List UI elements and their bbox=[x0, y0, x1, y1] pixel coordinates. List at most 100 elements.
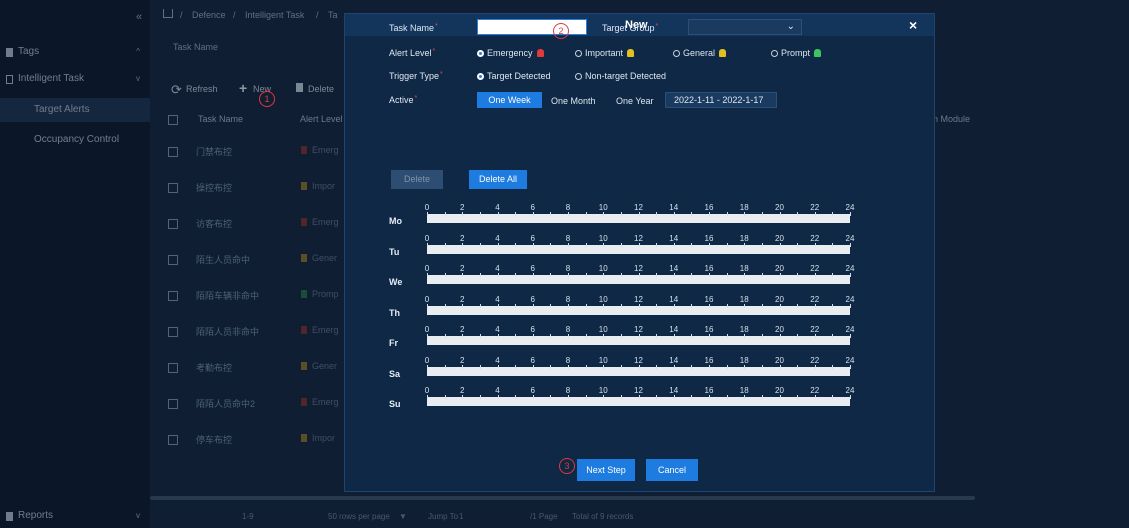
alert-level-label: Alert Level* bbox=[389, 48, 436, 58]
hour-tick-mark bbox=[832, 364, 834, 369]
hour-tick-mark bbox=[691, 273, 693, 277]
hour-tick-mark bbox=[427, 303, 428, 308]
hour-tick-label: 22 bbox=[810, 203, 820, 212]
hour-tick-mark bbox=[691, 364, 693, 369]
hour-tick-label: 4 bbox=[495, 325, 500, 334]
day-timeline[interactable]: 0 2 4 6 8 10 12 14 16 18 20 22 24 bbox=[425, 385, 854, 411]
day-label: Mo bbox=[389, 216, 402, 226]
trigger-target-detected-radio[interactable]: Target Detected bbox=[477, 71, 551, 81]
target-group-select[interactable]: ⌄ bbox=[688, 19, 802, 35]
alert-level-prompt-radio[interactable]: Prompt bbox=[771, 48, 822, 58]
day-timeline[interactable]: 0 2 4 6 8 10 12 14 16 18 20 22 24 bbox=[424, 324, 854, 350]
hour-tick-mark bbox=[673, 303, 675, 308]
active-one-month-button[interactable]: One Month bbox=[551, 96, 596, 106]
day-timeline[interactable]: 0 2 4 6 8 10 12 14 16 18 20 22 24 bbox=[425, 263, 854, 289]
hour-tick-mark bbox=[568, 273, 569, 277]
hour-tick-label: 24 bbox=[845, 294, 855, 304]
hour-tick-label: 0 bbox=[424, 355, 430, 365]
hour-tick-mark bbox=[479, 273, 481, 277]
hour-tick-label: 8 bbox=[565, 294, 571, 304]
hour-tick-label: 8 bbox=[565, 203, 571, 212]
hour-tick-label: 6 bbox=[530, 355, 535, 365]
delete-time-button[interactable]: Delete bbox=[391, 170, 443, 189]
hour-tick-mark bbox=[532, 303, 534, 308]
hour-tick-label: 2 bbox=[460, 294, 465, 304]
active-one-week-button[interactable]: One Week bbox=[477, 92, 542, 108]
hour-tick-label: 0 bbox=[424, 325, 430, 334]
day-timeline[interactable]: 0 2 4 6 8 10 12 14 16 18 20 22 24 bbox=[425, 294, 854, 320]
hour-tick-label: 10 bbox=[598, 325, 608, 334]
hour-tick-mark bbox=[850, 303, 851, 308]
hour-tick-mark bbox=[779, 273, 781, 277]
hour-tick-mark bbox=[603, 364, 605, 369]
hour-tick-label: 24 bbox=[845, 233, 855, 243]
hour-tick-label: 8 bbox=[565, 264, 571, 273]
hour-tick-label: 6 bbox=[530, 325, 535, 334]
hour-tick-label: 2 bbox=[460, 325, 465, 334]
hour-tick-mark bbox=[673, 334, 675, 338]
cancel-button[interactable]: Cancel bbox=[646, 459, 698, 481]
close-icon[interactable]: × bbox=[909, 17, 917, 33]
hour-tick-mark bbox=[550, 395, 552, 399]
hour-tick-mark bbox=[638, 364, 640, 369]
annotation-marker-3: 3 bbox=[559, 458, 575, 474]
hour-tick-mark bbox=[497, 242, 499, 247]
day-label: Th bbox=[389, 307, 400, 318]
hour-tick-mark bbox=[603, 303, 605, 308]
alert-level-important-radio[interactable]: Important bbox=[575, 48, 635, 58]
alert-level-emergency-radio[interactable]: Emergency bbox=[477, 48, 544, 58]
trigger-non-target-detected-radio[interactable]: Non-target Detected bbox=[575, 71, 666, 81]
hour-tick-label: 24 bbox=[845, 355, 855, 365]
hour-tick-mark bbox=[709, 242, 710, 247]
hour-tick-mark bbox=[427, 212, 428, 216]
hour-tick-label: 12 bbox=[634, 203, 643, 212]
hour-tick-mark bbox=[744, 303, 746, 308]
hour-tick-label: 14 bbox=[669, 386, 679, 395]
day-timeline[interactable]: 0 2 4 6 8 10 12 14 16 18 20 22 24 bbox=[424, 233, 854, 259]
hour-tick-mark bbox=[568, 212, 569, 216]
hour-tick-label: 20 bbox=[775, 233, 784, 243]
hour-tick-mark bbox=[726, 303, 728, 308]
hour-tick-mark bbox=[814, 334, 816, 338]
hour-tick-mark bbox=[779, 334, 781, 338]
hour-tick-mark bbox=[585, 242, 587, 247]
hour-tick-mark bbox=[638, 395, 640, 399]
annotation-marker-2: 2 bbox=[553, 23, 569, 39]
day-timeline[interactable]: 0 2 4 6 8 10 12 14 16 18 20 22 24 bbox=[425, 202, 854, 228]
task-name-input[interactable] bbox=[477, 19, 587, 35]
hour-tick-mark bbox=[620, 395, 622, 399]
hour-tick-label: 18 bbox=[739, 233, 749, 243]
hour-tick-mark bbox=[691, 303, 693, 308]
hour-tick-mark bbox=[673, 273, 675, 277]
hour-tick-mark bbox=[479, 364, 481, 369]
hour-tick-mark bbox=[761, 334, 763, 338]
hour-tick-mark bbox=[726, 212, 728, 216]
hour-tick-label: 0 bbox=[424, 233, 430, 243]
hour-tick-mark bbox=[673, 395, 675, 399]
hour-tick-label: 22 bbox=[810, 264, 820, 273]
trigger-type-label: Trigger Type* bbox=[389, 71, 443, 81]
hour-tick-label: 14 bbox=[669, 294, 679, 304]
hour-tick-mark bbox=[620, 212, 622, 216]
next-step-button[interactable]: Next Step bbox=[577, 459, 635, 481]
hour-tick-mark bbox=[779, 242, 781, 247]
hour-tick-mark bbox=[850, 364, 851, 369]
radio-dot bbox=[673, 50, 680, 57]
alert-level-general-radio[interactable]: General bbox=[673, 48, 727, 58]
hour-tick-mark bbox=[656, 273, 658, 277]
hour-tick-label: 18 bbox=[739, 264, 749, 273]
delete-all-button[interactable]: Delete All bbox=[469, 170, 527, 189]
day-timeline[interactable]: 0 2 4 6 8 10 12 14 16 18 20 22 24 bbox=[424, 355, 854, 381]
hour-tick-mark bbox=[656, 334, 658, 338]
hour-tick-label: 20 bbox=[775, 355, 784, 365]
hour-tick-label: 14 bbox=[669, 233, 679, 243]
hour-tick-mark bbox=[691, 395, 693, 399]
hour-tick-mark bbox=[585, 303, 587, 308]
hour-tick-mark bbox=[603, 212, 605, 216]
date-range-picker[interactable]: 2022-1-11 - 2022-1-17 bbox=[665, 92, 777, 108]
hour-tick-mark bbox=[427, 273, 428, 277]
hour-tick-label: 6 bbox=[530, 294, 535, 304]
active-one-year-button[interactable]: One Year bbox=[616, 96, 654, 106]
hour-tick-mark bbox=[656, 395, 658, 399]
hour-tick-mark bbox=[444, 395, 446, 399]
